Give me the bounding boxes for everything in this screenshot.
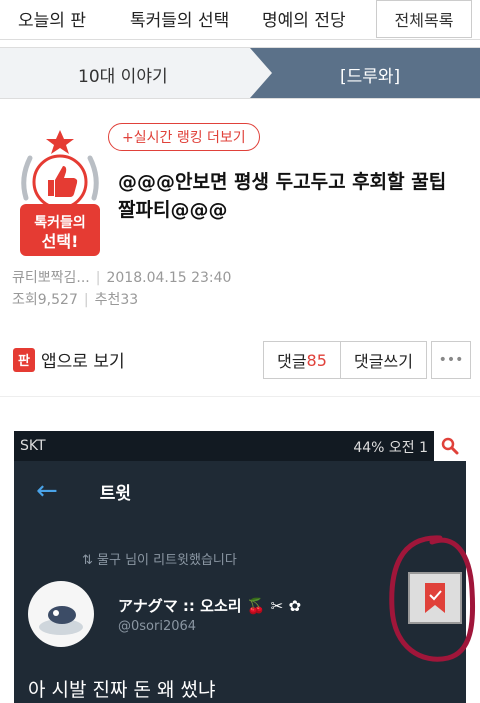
views-label: 조회 <box>12 292 38 308</box>
phone-status-bar: SKT 44% 오전 1 <box>14 431 466 461</box>
likes-count: 33 <box>120 292 139 308</box>
tweet-header-title: 트윗 <box>99 483 132 504</box>
section-divider <box>0 396 480 397</box>
views-count: 9,527 <box>37 292 78 308</box>
comment-actions: 댓글 85 댓글쓰기 ••• <box>263 341 471 379</box>
tweet-header: ← 트윗 <box>14 461 466 521</box>
retweet-text: 물구 님이 리트윗했습니다 <box>97 553 237 568</box>
status-right: 44% 오전 1 <box>353 440 428 456</box>
retweet-notice: ⇅ 물구 님이 리트윗했습니다 <box>82 553 237 568</box>
comments-button[interactable]: 댓글 85 <box>263 341 341 379</box>
subnav-left-label[interactable]: 10대 이야기 <box>78 62 168 87</box>
more-options-button[interactable]: ••• <box>431 341 471 379</box>
tab-hall-of-fame[interactable]: 명예의 전당 <box>262 6 346 31</box>
tweet-username: アナグマ :: 오소리 🍒 ✂ ✿ <box>118 597 302 615</box>
app-view-label: 앱으로 보기 <box>41 352 125 372</box>
pann-app-icon: 판 <box>13 347 35 372</box>
talkers-choice-badge: 톡커들의 선택! <box>12 128 108 260</box>
carrier-label: SKT <box>20 438 46 454</box>
thumbs-up-trophy-icon: 톡커들의 선택! <box>20 130 100 256</box>
tweet-text: 아 시발 진짜 돈 왜 썼냐 <box>28 679 216 701</box>
comments-count: 85 <box>306 350 327 370</box>
avatar <box>28 581 94 647</box>
app-view-link[interactable]: 판 앱으로 보기 <box>13 347 125 372</box>
all-list-button[interactable]: 전체목록 <box>376 0 472 38</box>
top-navigation: 오늘의 판 톡커들의 선택 명예의 전당 전체목록 <box>0 0 480 40</box>
post-title: @@@안보면 평생 두고두고 후회할 꿀팁 짤파티@@@ <box>118 171 447 221</box>
post-meta-author-date: 큐티뽀짝김... | 2018.04.15 23:40 <box>12 270 232 286</box>
back-arrow-icon: ← <box>36 476 58 506</box>
realtime-ranking-button[interactable]: +실시간 랭킹 더보기 <box>108 123 260 151</box>
tab-talkers-choice[interactable]: 톡커들의 선택 <box>130 6 229 31</box>
likes-label: 추천 <box>94 292 121 308</box>
search-icon[interactable] <box>434 431 466 461</box>
badge-line-1: 톡커들의 <box>34 214 86 231</box>
post-datetime: 2018.04.15 23:40 <box>106 270 232 286</box>
chevron-divider-icon <box>244 48 272 98</box>
badge-line-2: 선택! <box>42 232 79 251</box>
annotation-circle <box>389 535 476 662</box>
subnav-right-label[interactable]: [드루와] <box>340 62 400 87</box>
tweet-handle: @0sori2064 <box>118 619 197 634</box>
tab-today[interactable]: 오늘의 판 <box>18 6 86 31</box>
write-comment-button[interactable]: 댓글쓰기 <box>340 341 427 379</box>
comments-label: 댓글 <box>277 352 307 371</box>
post-meta-stats: 조회9,527 | 추천33 <box>12 292 139 308</box>
sub-navigation: 10대 이야기 [드루와] <box>0 47 480 99</box>
post-author[interactable]: 큐티뽀짝김... <box>12 270 90 286</box>
